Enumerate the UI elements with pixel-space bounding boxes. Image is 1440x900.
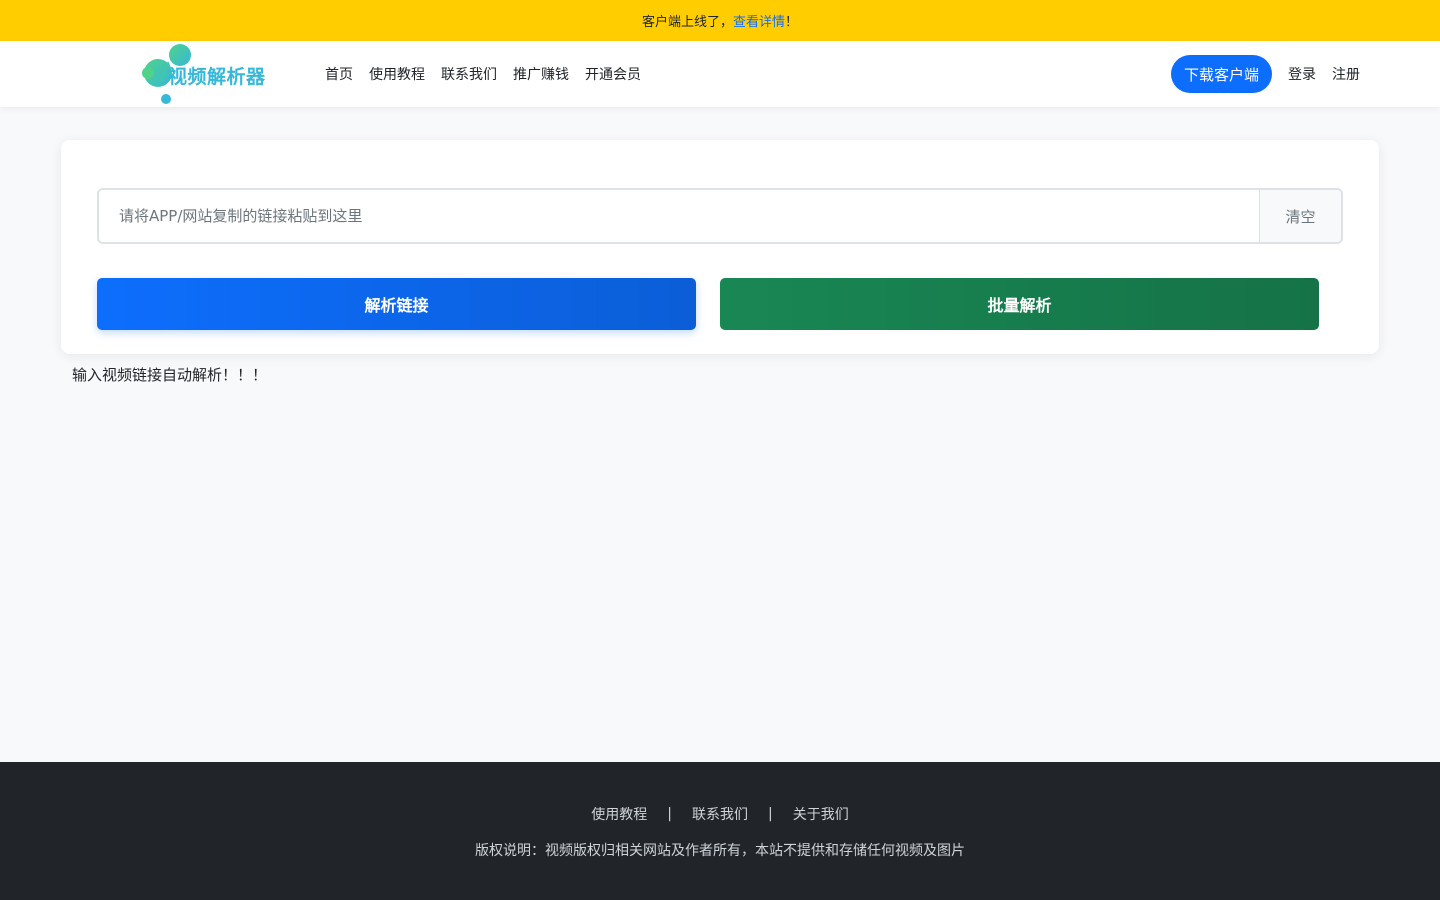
footer: 使用教程 | 联系我们 | 关于我们 版权说明：视频版权归相关网站及作者所有，本…: [0, 762, 1440, 900]
footer-separator: |: [768, 806, 773, 822]
parser-card: 清空 解析链接 批量解析: [61, 140, 1379, 354]
copyright-text: 版权说明：视频版权归相关网站及作者所有，本站不提供和存储任何视频及图片: [475, 843, 965, 859]
logo[interactable]: 视频解析器: [140, 43, 280, 107]
footer-links: 使用教程 | 联系我们 | 关于我们: [0, 804, 1440, 824]
navbar: 视频解析器 首页 使用教程 联系我们 推广赚钱 开通会员 下载客户端 登录 注册: [0, 41, 1440, 107]
announcement-suffix: ！: [785, 15, 799, 30]
nav-promote[interactable]: 推广赚钱: [513, 64, 569, 84]
download-client-button[interactable]: 下载客户端: [1170, 55, 1272, 93]
login-link[interactable]: 登录: [1288, 64, 1316, 84]
nav-tutorial[interactable]: 使用教程: [369, 64, 425, 84]
url-input-group: 清空: [97, 188, 1343, 244]
logo-text: 视频解析器: [168, 65, 266, 88]
parser-hint: 输入视频链接自动解析！！！: [72, 366, 268, 384]
batch-parse-button[interactable]: 批量解析: [720, 278, 1319, 330]
register-link[interactable]: 注册: [1332, 64, 1360, 84]
footer-separator: |: [667, 806, 672, 822]
announcement-text: 客户端上线了，: [641, 15, 733, 30]
nav-actions: 下载客户端 登录 注册: [1170, 41, 1360, 107]
url-input[interactable]: [99, 190, 1259, 242]
nav-home[interactable]: 首页: [325, 64, 353, 84]
footer-link-contact[interactable]: 联系我们: [692, 804, 748, 824]
footer-link-tutorial[interactable]: 使用教程: [591, 804, 647, 824]
footer-link-about[interactable]: 关于我们: [793, 804, 849, 824]
announcement-bar: 客户端上线了， 查看详情 ！: [0, 0, 1440, 41]
announcement-details-link[interactable]: 查看详情: [733, 11, 785, 30]
clear-button[interactable]: 清空: [1259, 190, 1341, 242]
nav-membership[interactable]: 开通会员: [585, 64, 641, 84]
parse-link-button[interactable]: 解析链接: [97, 278, 696, 330]
main-nav: 首页 使用教程 联系我们 推广赚钱 开通会员: [325, 41, 641, 107]
nav-contact[interactable]: 联系我们: [441, 64, 497, 84]
